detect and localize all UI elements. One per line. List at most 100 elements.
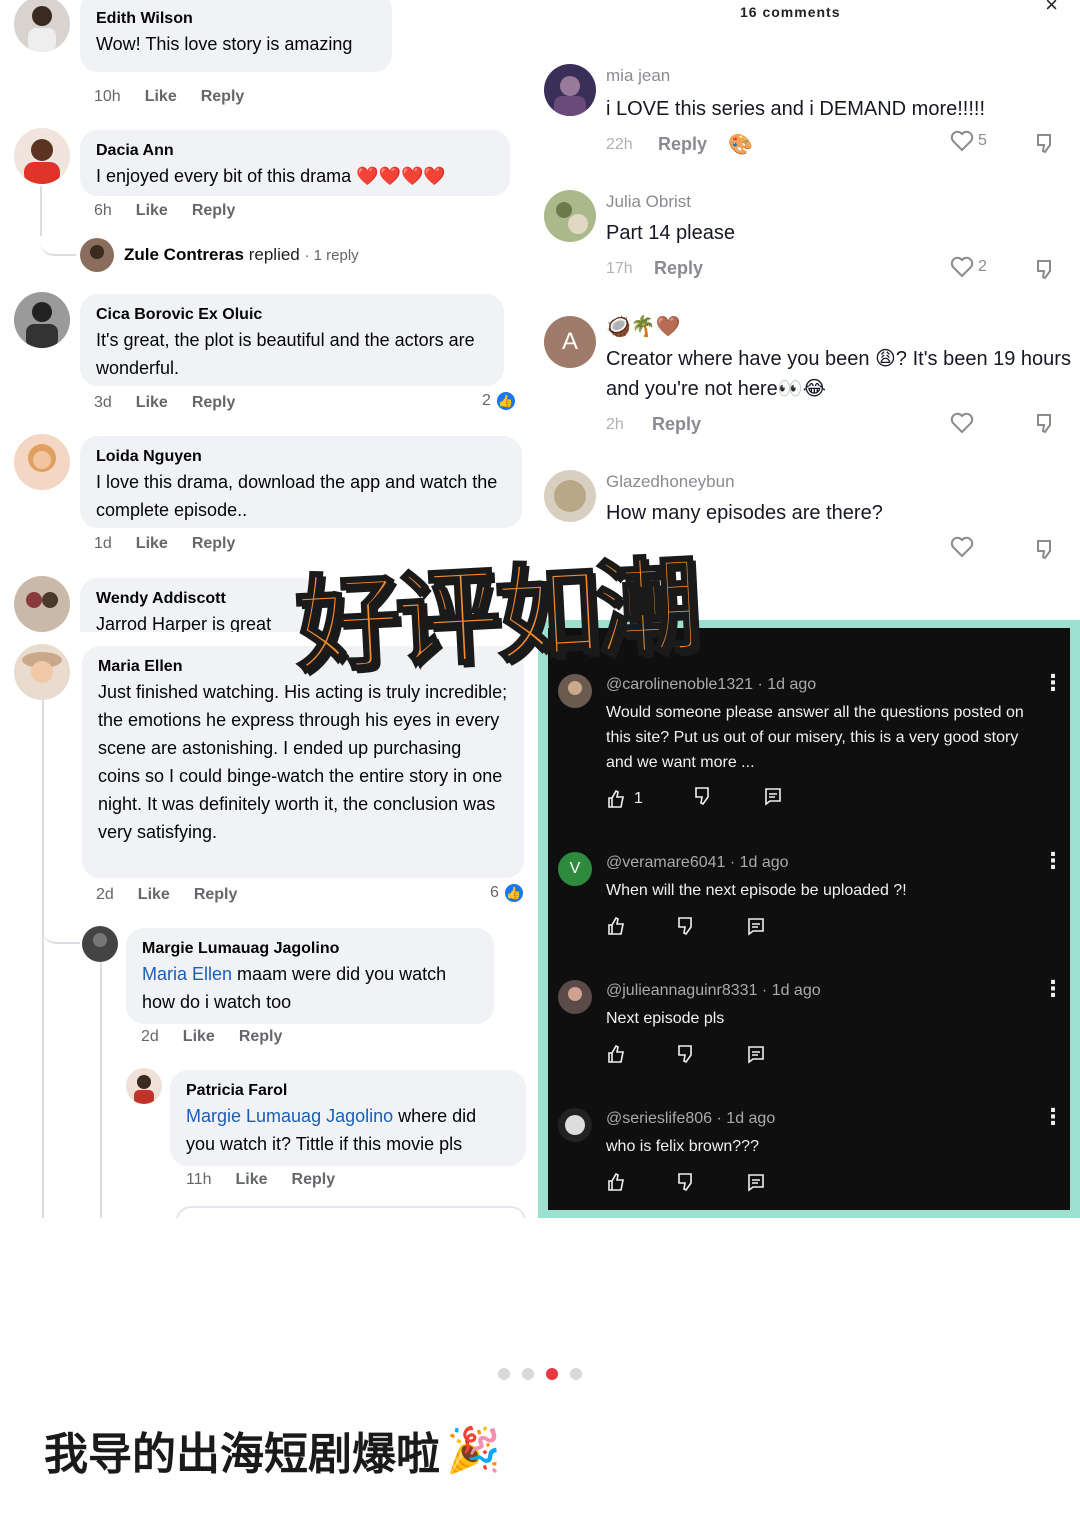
comment-time[interactable]: 6h — [94, 202, 112, 220]
avatar[interactable]: V — [558, 852, 592, 886]
avatar[interactable] — [544, 470, 596, 522]
like-button[interactable] — [950, 412, 974, 434]
like-button[interactable]: 5 — [950, 130, 987, 152]
reply-button[interactable] — [746, 1172, 766, 1197]
thread-line — [42, 910, 80, 944]
comment-time[interactable]: 1d — [94, 535, 112, 553]
comment-author[interactable]: Glazedhoneybun — [606, 472, 735, 492]
reply-button[interactable]: Reply — [192, 535, 236, 553]
avatar[interactable] — [126, 1068, 162, 1104]
mention-link[interactable]: Maria Ellen — [142, 964, 232, 984]
more-options-icon[interactable]: ⋮ — [1042, 1104, 1064, 1130]
more-options-icon[interactable]: ⋮ — [1042, 976, 1064, 1002]
comment-author[interactable]: Edith Wilson — [96, 8, 376, 30]
like-button[interactable]: 2 — [950, 256, 987, 278]
comment-text: i LOVE this series and i DEMAND more!!!!… — [606, 98, 986, 120]
avatar[interactable] — [14, 128, 70, 184]
avatar[interactable] — [558, 674, 592, 708]
like-button[interactable]: Like — [145, 88, 177, 106]
reply-button[interactable]: Reply — [239, 1028, 283, 1046]
youtube-comments: @carolinenoble1321 · 1d ago Would someon… — [548, 628, 1070, 1210]
reply-button[interactable]: Reply — [194, 886, 238, 904]
avatar[interactable]: A — [544, 316, 596, 368]
like-button[interactable]: Like — [136, 535, 168, 553]
like-button[interactable]: Like — [136, 394, 168, 412]
reply-button[interactable]: Reply — [192, 394, 236, 412]
reply-icon — [748, 1046, 764, 1064]
more-options-icon[interactable]: ⋮ — [1042, 670, 1064, 696]
comment-time[interactable]: 2d — [96, 886, 114, 904]
comment-author[interactable]: Loida Nguyen — [96, 446, 506, 468]
dislike-button[interactable] — [1034, 132, 1056, 159]
carousel-dot[interactable] — [570, 1368, 582, 1380]
comment-text: Creator where have you been 😩? It's been… — [606, 348, 1071, 400]
like-button[interactable]: Like — [136, 202, 168, 220]
comment-author[interactable]: Julia Obrist — [606, 192, 691, 212]
reply-button[interactable]: Reply — [652, 414, 701, 435]
mention-link[interactable]: Margie Lumauag Jagolino — [186, 1106, 393, 1126]
carousel-dot[interactable] — [522, 1368, 534, 1380]
carousel-indicator — [0, 1368, 1080, 1380]
comment-handle[interactable]: @veramare6041 · 1d ago — [606, 854, 789, 872]
avatar[interactable] — [558, 1108, 592, 1142]
avatar[interactable] — [14, 644, 70, 700]
dislike-button[interactable] — [676, 1172, 696, 1197]
comment-handle[interactable]: @carolinenoble1321 · 1d ago — [606, 676, 816, 694]
like-button[interactable] — [606, 916, 626, 941]
avatar[interactable] — [14, 292, 70, 348]
comment-time[interactable]: 11h — [186, 1171, 212, 1189]
avatar[interactable] — [14, 576, 70, 632]
dislike-button[interactable] — [1034, 412, 1056, 439]
more-options-icon[interactable]: ⋮ — [1042, 848, 1064, 874]
like-button[interactable] — [606, 1044, 626, 1069]
like-button[interactable]: Like — [236, 1171, 268, 1189]
avatar[interactable] — [544, 64, 596, 116]
avatar[interactable] — [558, 980, 592, 1014]
reply-input[interactable] — [176, 1206, 526, 1218]
comment-handle[interactable]: @serieslife806 · 1d ago — [606, 1110, 775, 1128]
reply-button[interactable] — [763, 786, 783, 811]
dislike-button[interactable] — [1034, 258, 1056, 285]
reply-button[interactable]: Reply — [654, 258, 703, 279]
like-button[interactable]: 1 — [606, 789, 643, 809]
comment-author[interactable]: 🥥🌴🤎 — [606, 314, 681, 339]
reaction-count[interactable]: 2 👍 — [482, 390, 517, 412]
comment-author[interactable]: Patricia Farol — [186, 1080, 510, 1102]
reply-button[interactable]: Reply — [658, 134, 707, 155]
avatar[interactable] — [14, 434, 70, 490]
close-icon[interactable]: × — [1045, 0, 1058, 18]
comment-time[interactable]: 10h — [94, 88, 121, 106]
comment-author[interactable]: mia jean — [606, 66, 670, 86]
dislike-button[interactable] — [676, 916, 696, 941]
view-replies-link[interactable]: Zule Contreras replied · 1 reply — [80, 238, 359, 272]
comment-handle[interactable]: @julieannaguinr8331 · 1d ago — [606, 982, 821, 1000]
avatar[interactable] — [14, 0, 70, 52]
reply-button[interactable]: Reply — [201, 88, 245, 106]
like-button[interactable]: Like — [183, 1028, 215, 1046]
reaction-number: 2 — [482, 392, 491, 409]
avatar[interactable] — [82, 926, 118, 962]
thread-line — [42, 700, 44, 1218]
comment-time[interactable]: 2d — [141, 1028, 159, 1046]
carousel-dot-active[interactable] — [546, 1368, 558, 1380]
comment-time[interactable]: 3d — [94, 394, 112, 412]
reply-button[interactable]: Reply — [192, 202, 236, 220]
comment-author[interactable]: Wendy Addiscott — [96, 588, 304, 610]
dislike-button[interactable] — [693, 786, 713, 811]
reply-button[interactable]: Reply — [292, 1171, 336, 1189]
comment-author[interactable]: Cica Borovic Ex Oluic — [96, 304, 488, 326]
dislike-button[interactable] — [676, 1044, 696, 1069]
reaction-count[interactable]: 6 👍 — [490, 882, 525, 904]
comment-author[interactable]: Margie Lumauag Jagolino — [142, 938, 478, 960]
carousel-dot[interactable] — [498, 1368, 510, 1380]
tiktok-comments: 16 comments × mia jean i LOVE this serie… — [540, 0, 1080, 620]
facebook-comments-top: Edith Wilson Wow! This love story is ama… — [0, 0, 538, 632]
comment-author[interactable]: Dacia Ann — [96, 140, 494, 162]
dislike-button[interactable] — [1034, 538, 1056, 565]
like-button[interactable] — [950, 536, 974, 558]
reply-button[interactable] — [746, 916, 766, 941]
like-button[interactable] — [606, 1172, 626, 1197]
avatar[interactable] — [544, 190, 596, 242]
like-button[interactable]: Like — [138, 886, 170, 904]
reply-button[interactable] — [746, 1044, 766, 1069]
